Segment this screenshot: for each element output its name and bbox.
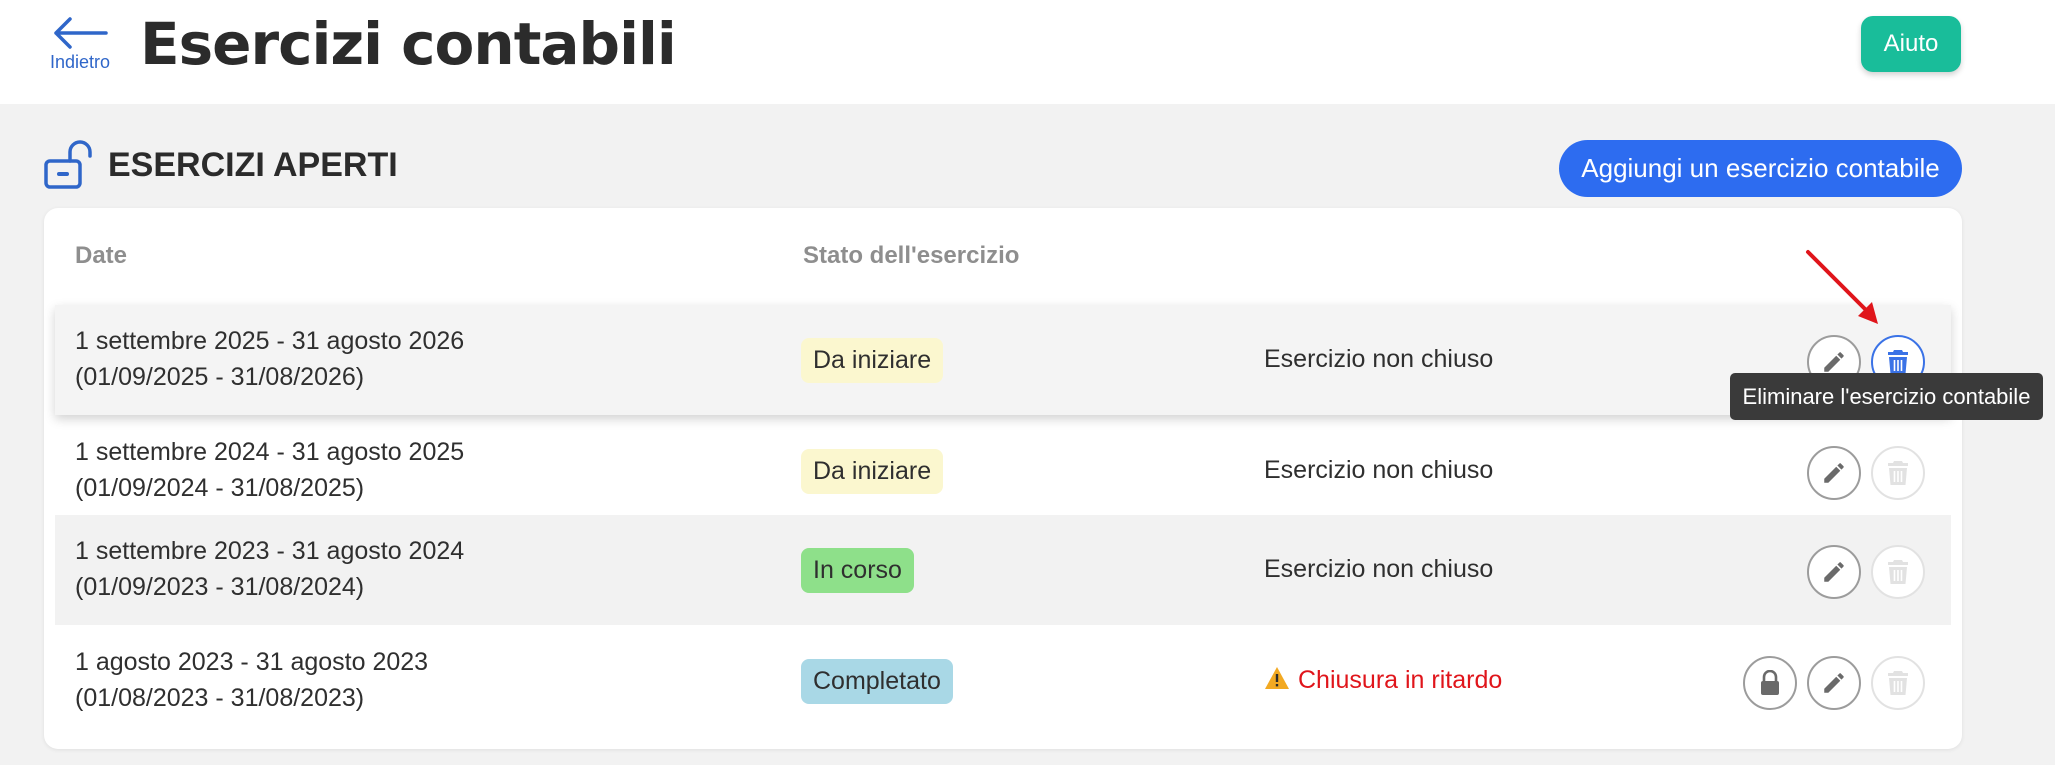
unlocked-padlock-icon bbox=[44, 140, 92, 189]
delete-button-disabled bbox=[1871, 656, 1925, 710]
pencil-icon bbox=[1824, 352, 1844, 372]
lock-icon bbox=[1761, 670, 1779, 695]
back-label: Indietro bbox=[49, 52, 111, 72]
trash-icon bbox=[1888, 560, 1908, 584]
edit-button[interactable] bbox=[1807, 656, 1861, 710]
trash-icon bbox=[1888, 461, 1908, 485]
closure-late-label: Chiusura in ritardo bbox=[1298, 666, 1503, 694]
add-fiscal-year-button[interactable]: Aggiungi un esercizio contabile bbox=[1559, 140, 1962, 197]
delete-button-disabled bbox=[1871, 446, 1925, 500]
pencil-icon bbox=[1824, 673, 1844, 693]
column-header-date: Date bbox=[75, 242, 128, 269]
edit-button[interactable] bbox=[1807, 545, 1861, 599]
delete-button-disabled bbox=[1871, 545, 1925, 599]
table-row[interactable]: 1 settembre 2024 - 31 agosto 2025 (01/09… bbox=[55, 416, 1951, 526]
status-badge: Da iniziare bbox=[801, 338, 944, 383]
column-header-status: Stato dell'esercizio bbox=[803, 242, 1020, 269]
date-range-short: (01/09/2023 - 31/08/2024) bbox=[75, 573, 365, 601]
date-range-long: 1 settembre 2025 - 31 agosto 2026 bbox=[75, 327, 465, 355]
warning-icon bbox=[1265, 667, 1289, 689]
pencil-icon bbox=[1824, 562, 1844, 582]
close-fiscal-year-button[interactable] bbox=[1743, 656, 1797, 710]
section-title: ESERCIZI APERTI bbox=[108, 146, 398, 184]
table-row[interactable]: 1 settembre 2025 - 31 agosto 2026 (01/09… bbox=[55, 305, 1951, 415]
date-range-long: 1 settembre 2023 - 31 agosto 2024 bbox=[75, 537, 465, 565]
top-bar: Indietro Esercizi contabili Aiuto bbox=[0, 0, 2055, 104]
back-button[interactable]: Indietro bbox=[44, 16, 116, 82]
back-arrow-icon bbox=[54, 17, 108, 49]
edit-button[interactable] bbox=[1807, 446, 1861, 500]
annotation-arrow-icon bbox=[1806, 250, 1878, 324]
trash-icon bbox=[1888, 671, 1908, 695]
closure-status: Esercizio non chiuso bbox=[1264, 555, 1494, 583]
fiscal-years-table: Date Stato dell'esercizio 1 settembre 20… bbox=[44, 208, 1962, 749]
help-button[interactable]: Aiuto bbox=[1861, 16, 1961, 72]
status-badge: Completato bbox=[801, 659, 953, 704]
date-range-short: (01/09/2024 - 31/08/2025) bbox=[75, 474, 365, 502]
table-row[interactable]: 1 agosto 2023 - 31 agosto 2023 (01/08/20… bbox=[55, 626, 1951, 736]
closure-status-late: Chiusura in ritardo bbox=[1264, 666, 1502, 695]
date-range-long: 1 agosto 2023 - 31 agosto 2023 bbox=[75, 648, 429, 676]
date-range-short: (01/09/2025 - 31/08/2026) bbox=[75, 363, 365, 391]
pencil-icon bbox=[1824, 463, 1844, 483]
status-badge: Da iniziare bbox=[801, 449, 944, 494]
date-range-short: (01/08/2023 - 31/08/2023) bbox=[75, 684, 365, 712]
closure-status: Esercizio non chiuso bbox=[1264, 345, 1494, 373]
table-row[interactable]: 1 settembre 2023 - 31 agosto 2024 (01/09… bbox=[55, 515, 1951, 625]
delete-tooltip: Eliminare l'esercizio contabile bbox=[1730, 373, 2043, 420]
trash-icon bbox=[1888, 350, 1908, 374]
closure-status: Esercizio non chiuso bbox=[1264, 456, 1494, 484]
page-title: Esercizi contabili bbox=[140, 10, 677, 78]
date-range-long: 1 settembre 2024 - 31 agosto 2025 bbox=[75, 438, 465, 466]
status-badge: In corso bbox=[801, 548, 914, 593]
